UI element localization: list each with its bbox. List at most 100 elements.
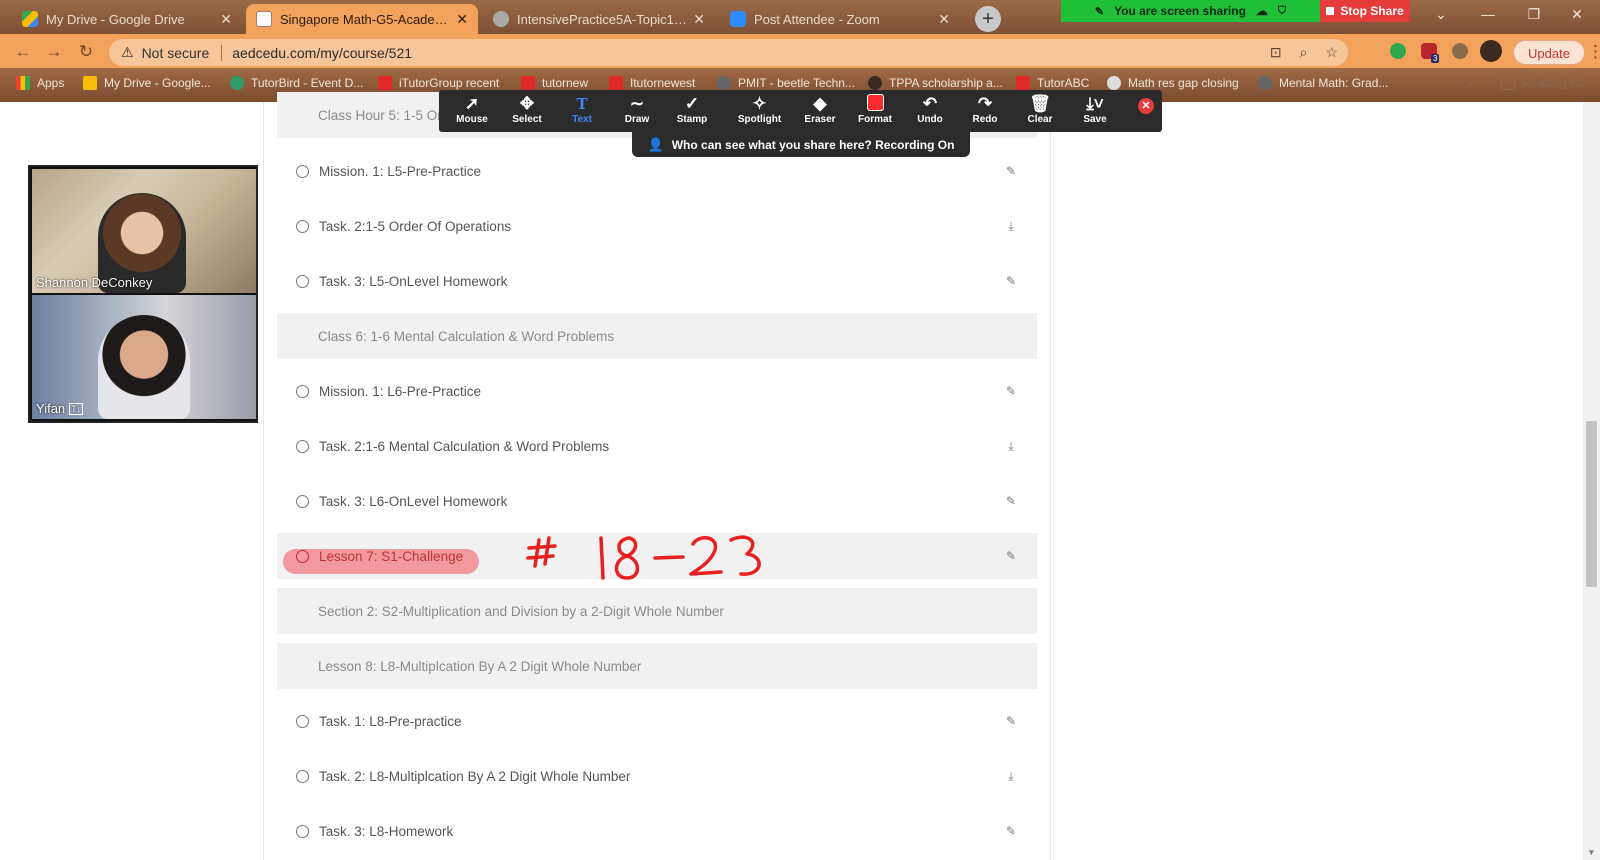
list-item[interactable]: Task. 3: L6-OnLevel Homework ✎ <box>277 478 1037 524</box>
tool-clear[interactable]: 🗑 Clear <box>1015 94 1065 125</box>
pencil-icon[interactable]: ✎ <box>1003 494 1019 508</box>
zoom-icon[interactable]: ⌕ <box>1300 44 1308 61</box>
bookmark-tutornew[interactable]: tutornew <box>521 76 588 90</box>
list-item[interactable]: Task. 3: L8-Homework ✎ <box>277 808 1037 854</box>
pencil-icon[interactable]: ✎ <box>1003 164 1019 178</box>
video-gallery[interactable]: Shannon DeConkey Yifan T↓ <box>28 165 258 423</box>
radio-icon[interactable] <box>296 439 309 453</box>
tab-title: Singapore Math-G5-Academy of <box>280 11 451 27</box>
globe-icon <box>1107 76 1121 90</box>
hash-stroke <box>543 536 551 566</box>
tab-singapore-math[interactable]: Singapore Math-G5-Academy of ✕ <box>246 4 478 34</box>
pencil-icon[interactable]: ✎ <box>1003 824 1019 838</box>
back-icon[interactable]: ← <box>12 41 34 63</box>
scrollbar-thumb[interactable] <box>1586 421 1597 587</box>
close-icon[interactable]: ✕ <box>938 11 950 28</box>
participant-portrait <box>98 315 190 419</box>
academy-favicon-icon <box>256 11 272 27</box>
close-icon[interactable]: ✕ <box>693 11 705 28</box>
close-icon[interactable]: ✕ <box>456 11 468 28</box>
bookmark-itutornewest[interactable]: Itutornewest <box>609 76 695 90</box>
radio-icon[interactable] <box>296 164 309 178</box>
avatar[interactable] <box>1480 40 1502 62</box>
tool-redo[interactable]: ↷ Redo <box>960 94 1010 125</box>
bookmark-tutorbird[interactable]: TutorBird - Event D... <box>230 76 363 90</box>
tool-text[interactable]: T Text <box>557 94 607 125</box>
tool-spotlight[interactable]: ✧ Spotlight <box>732 94 787 125</box>
tool-save[interactable]: ⤓˅ Save <box>1070 94 1120 125</box>
list-item[interactable]: Task. 2:1-6 Mental Calculation & Word Pr… <box>277 423 1037 469</box>
bookmark-math-res[interactable]: Math res gap closing <box>1107 76 1239 90</box>
video-tile[interactable]: Yifan T↓ <box>32 295 256 419</box>
forward-icon[interactable]: → <box>43 41 65 63</box>
tool-format[interactable]: Format <box>850 94 900 125</box>
scroll-down-icon[interactable]: ▼ <box>1586 848 1597 858</box>
bookmark-itutorgroup[interactable]: iTutorGroup recent <box>378 76 499 90</box>
more-bookmarks-icon[interactable]: » <box>1467 76 1474 90</box>
list-item[interactable]: Task. 3: L5-OnLevel Homework ✎ <box>277 258 1037 304</box>
tab-google-drive[interactable]: My Drive - Google Drive ✕ <box>12 4 242 34</box>
radio-icon[interactable] <box>296 549 309 563</box>
reload-icon[interactable]: ↻ <box>75 41 97 63</box>
bookmark-tutorabc[interactable]: TutorABC <box>1016 76 1089 90</box>
close-icon[interactable]: ✕ <box>220 11 232 28</box>
pencil-icon[interactable]: ✎ <box>1003 549 1019 563</box>
list-item[interactable]: Task. 2: L8-Multiplcation By A 2 Digit W… <box>277 753 1037 799</box>
bookmark-apps[interactable]: Apps <box>16 76 64 90</box>
tab-intensive-practice[interactable]: IntensivePractice5A-Topic1_Whol ✕ <box>483 4 715 34</box>
radio-icon[interactable] <box>296 714 309 728</box>
bookmark-mental-math[interactable]: Mental Math: Grad... <box>1258 76 1388 90</box>
star-icon[interactable]: ☆ <box>1325 44 1338 61</box>
address-bar[interactable]: ⚠ Not secure aedcedu.com/my/course/521 ⊡… <box>109 39 1348 66</box>
translate-icon[interactable]: ⊡ <box>1270 44 1282 61</box>
radio-icon[interactable] <box>296 219 309 233</box>
hash-stroke <box>533 538 541 568</box>
puzzle-icon[interactable] <box>1452 43 1468 59</box>
tool-undo[interactable]: ↶ Undo <box>905 94 955 125</box>
screen-sharing-banner[interactable]: ✎ You are screen sharing ☁ ⛉ <box>1061 0 1320 22</box>
restore-button[interactable]: ❐ <box>1511 0 1557 30</box>
bookmark-my-drive[interactable]: My Drive - Google... <box>83 76 211 90</box>
video-tile[interactable]: Shannon DeConkey <box>32 169 256 293</box>
radio-icon[interactable] <box>296 274 309 288</box>
radio-icon[interactable] <box>296 824 309 838</box>
tool-mouse[interactable]: ➚ Mouse <box>447 94 497 125</box>
minimize-button[interactable]: — <box>1465 0 1511 30</box>
bookmark-tppa[interactable]: TPPA scholarship a... <box>868 76 1003 90</box>
eraser-icon: ◆ <box>813 94 827 113</box>
tool-select[interactable]: ✥ Select <box>502 94 552 125</box>
stop-share-button[interactable]: Stop Share <box>1320 0 1410 22</box>
pencil-icon[interactable]: ✎ <box>1003 274 1019 288</box>
download-icon[interactable]: ⤓ <box>1003 769 1019 784</box>
radio-icon[interactable] <box>296 769 309 783</box>
menu-icon[interactable]: ⋮ <box>1587 41 1600 63</box>
extension-green-icon[interactable] <box>1390 43 1406 59</box>
list-item[interactable]: Task. 1: L8-Pre-practice ✎ <box>277 698 1037 744</box>
new-tab-button[interactable]: + <box>975 6 1001 32</box>
list-item[interactable]: Task. 2:1-5 Order Of Operations ⤓ <box>277 203 1037 249</box>
digit-two-stroke <box>689 536 723 576</box>
url-text[interactable]: aedcedu.com/my/course/521 <box>232 45 412 61</box>
bookmark-pmit[interactable]: PMIT - beetle Techn... <box>717 76 855 90</box>
radio-icon[interactable] <box>296 384 309 398</box>
pencil-icon[interactable]: ✎ <box>1003 384 1019 398</box>
close-window-button[interactable]: ✕ <box>1554 0 1600 30</box>
security-label: Not secure <box>141 44 210 61</box>
tool-draw[interactable]: ∼ Draw <box>612 94 662 125</box>
tool-stamp[interactable]: ✓ Stamp <box>667 94 717 125</box>
update-button[interactable]: Update <box>1513 40 1585 65</box>
list-item[interactable]: Mission. 1: L6-Pre-Practice ✎ <box>277 368 1037 414</box>
download-icon[interactable]: ⤓ <box>1003 439 1019 454</box>
tab-search-button[interactable]: ⌄ <box>1418 0 1464 30</box>
download-icon[interactable]: ⤓ <box>1003 219 1019 234</box>
radio-icon[interactable] <box>296 494 309 508</box>
tab-post-attendee-zoom[interactable]: Post Attendee - Zoom ✕ <box>720 4 960 34</box>
recording-tip[interactable]: 👤 Who can see what you share here? Recor… <box>632 132 970 157</box>
tool-eraser[interactable]: ◆ Eraser <box>795 94 845 125</box>
pencil-icon[interactable]: ✎ <box>1003 714 1019 728</box>
save-icon: ⤓˅ <box>1086 94 1104 113</box>
reading-list-icon <box>1501 76 1515 90</box>
move-icon: ✥ <box>519 94 535 113</box>
close-toolbar-button[interactable]: ✕ <box>1138 98 1154 114</box>
bookmark-reading-list[interactable]: Reading list <box>1501 76 1585 90</box>
